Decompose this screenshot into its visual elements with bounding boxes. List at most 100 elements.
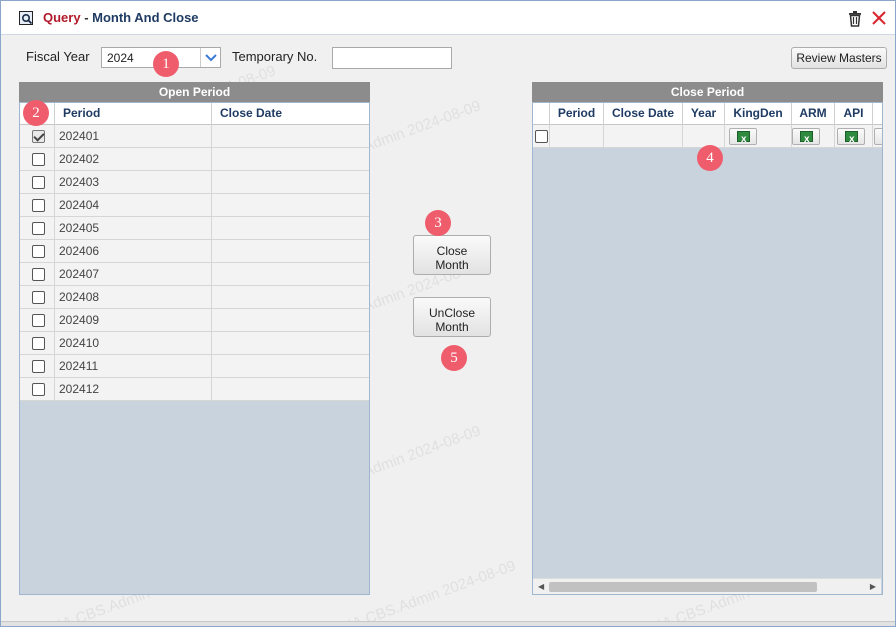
period-cell: 202407 xyxy=(55,263,212,285)
period-cell xyxy=(550,125,604,147)
close-date-cell xyxy=(212,332,369,354)
api-cell xyxy=(835,125,873,151)
open-period-header: Period Close Date xyxy=(20,103,369,125)
table-row[interactable]: 202411 xyxy=(20,355,369,378)
close-month-button[interactable]: Close Month xyxy=(413,235,491,275)
period-cell: 202402 xyxy=(55,148,212,170)
trash-icon[interactable] xyxy=(847,10,863,28)
column-header-year: Year xyxy=(683,103,725,125)
fiscal-year-label: Fiscal Year xyxy=(26,49,90,64)
row-checkbox[interactable] xyxy=(535,130,548,143)
table-row[interactable]: 202403 xyxy=(20,171,369,194)
table-row[interactable]: 202401 xyxy=(20,125,369,148)
row-select-cell xyxy=(20,171,55,193)
row-checkbox[interactable] xyxy=(32,222,45,235)
close-date-cell xyxy=(212,355,369,377)
title-main: Month And Close xyxy=(92,10,199,25)
close-period-title: Close Period xyxy=(532,82,883,102)
row-checkbox[interactable] xyxy=(32,245,45,258)
table-row[interactable]: 202408 xyxy=(20,286,369,309)
overflow-cell xyxy=(873,125,882,147)
close-date-cell xyxy=(212,263,369,285)
unclose-month-label-1: UnClose xyxy=(428,305,476,320)
table-row[interactable]: 202405 xyxy=(20,217,369,240)
scroll-right-icon[interactable]: ▶ xyxy=(870,582,876,591)
temporary-no-input[interactable] xyxy=(332,47,452,69)
column-header-period: Period xyxy=(55,103,212,125)
table-row[interactable]: 202412 xyxy=(20,378,369,401)
row-checkbox[interactable] xyxy=(32,337,45,350)
close-period-grid: Period Close Date Year KingDen ARM API x… xyxy=(532,102,883,595)
excel-icon xyxy=(845,129,858,151)
close-date-cell xyxy=(212,309,369,331)
close-period-header: Period Close Date Year KingDen ARM API xyxy=(533,103,882,125)
window-title: Query - Month And Close xyxy=(43,10,199,25)
column-header-close-date: Close Date xyxy=(604,103,683,125)
row-checkbox[interactable] xyxy=(32,268,45,281)
row-select-cell xyxy=(20,378,55,400)
chevron-down-icon[interactable] xyxy=(200,48,220,67)
arm-cell xyxy=(792,125,835,151)
query-search-icon xyxy=(19,11,33,25)
row-checkbox[interactable] xyxy=(32,176,45,189)
annotation-badge-4: 4 xyxy=(697,145,723,171)
annotation-badge-5: 5 xyxy=(441,345,467,371)
review-masters-button[interactable]: Review Masters xyxy=(791,47,887,69)
close-month-label-2: Month xyxy=(435,257,469,272)
close-date-cell xyxy=(212,217,369,239)
row-checkbox[interactable] xyxy=(32,360,45,373)
period-cell: 202410 xyxy=(55,332,212,354)
close-date-cell xyxy=(212,240,369,262)
close-date-cell xyxy=(212,148,369,170)
fiscal-year-value: 2024 xyxy=(107,51,134,65)
close-date-cell xyxy=(212,194,369,216)
close-month-label-1: Close xyxy=(436,243,468,258)
row-select-cell xyxy=(20,217,55,239)
close-date-cell xyxy=(212,286,369,308)
table-row[interactable]: 202402 xyxy=(20,148,369,171)
row-select-cell xyxy=(20,263,55,285)
annotation-badge-1: 1 xyxy=(153,51,179,77)
table-row[interactable]: 202410 xyxy=(20,332,369,355)
close-date-cell xyxy=(212,171,369,193)
kingden-excel-button[interactable] xyxy=(729,128,757,151)
table-row[interactable]: 202406 xyxy=(20,240,369,263)
column-header-period: Period xyxy=(550,103,604,125)
row-select-cell xyxy=(20,332,55,354)
period-cell: 202405 xyxy=(55,217,212,239)
title-prefix: Query xyxy=(43,10,81,25)
row-checkbox[interactable] xyxy=(32,130,45,143)
row-select-cell xyxy=(20,286,55,308)
open-period-title: Open Period xyxy=(19,82,370,102)
horizontal-scrollbar[interactable]: ◀ ▶ xyxy=(533,578,881,594)
scroll-left-icon[interactable]: ◀ xyxy=(538,582,544,591)
period-cell: 202408 xyxy=(55,286,212,308)
row-select-cell xyxy=(533,125,550,147)
row-select-cell xyxy=(20,240,55,262)
column-header-overflow xyxy=(873,103,882,125)
table-row[interactable]: 202409 xyxy=(20,309,369,332)
row-checkbox[interactable] xyxy=(32,199,45,212)
period-cell: 202412 xyxy=(55,378,212,400)
row-checkbox[interactable] xyxy=(32,291,45,304)
row-select-cell xyxy=(20,148,55,170)
unclose-month-label-2: Month xyxy=(435,319,469,334)
row-checkbox[interactable] xyxy=(32,383,45,396)
select-column-header xyxy=(533,103,550,125)
arm-excel-button[interactable] xyxy=(792,128,820,151)
close-icon[interactable] xyxy=(870,9,888,27)
api-excel-button[interactable] xyxy=(837,128,865,151)
period-cell: 202411 xyxy=(55,355,212,377)
row-select-cell xyxy=(20,125,55,147)
unclose-month-button[interactable]: UnClose Month xyxy=(413,297,491,337)
year-cell xyxy=(683,125,725,147)
row-checkbox[interactable] xyxy=(32,314,45,327)
table-row[interactable]: 202407 xyxy=(20,263,369,286)
column-header-api: API xyxy=(835,103,873,125)
next-excel-button[interactable] xyxy=(874,128,882,145)
row-checkbox[interactable] xyxy=(32,153,45,166)
excel-icon xyxy=(800,129,813,151)
table-row[interactable]: 202404 xyxy=(20,194,369,217)
scrollbar-thumb[interactable] xyxy=(549,582,817,592)
month-close-window: TLKA.CBS.Admin 2024-08-09 TLKA.CBS.Admin… xyxy=(0,0,896,627)
